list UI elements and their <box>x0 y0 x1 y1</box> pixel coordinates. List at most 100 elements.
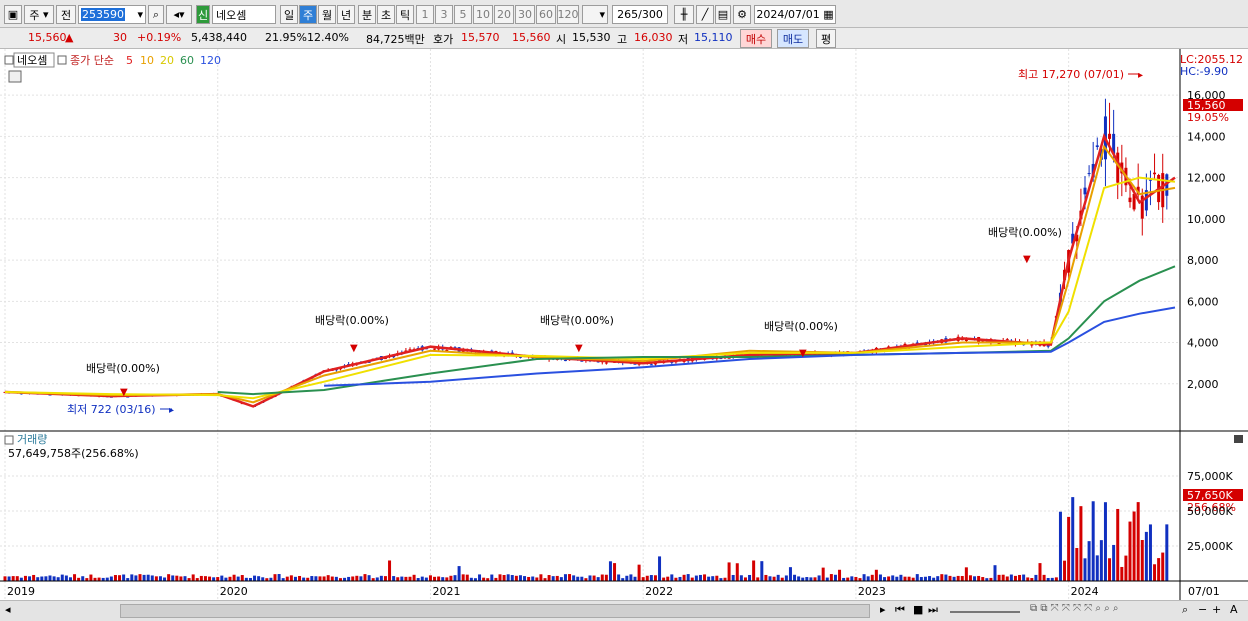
volume-bar <box>60 574 64 581</box>
volume-bar <box>559 577 563 581</box>
stock-name-field[interactable]: 네오셈 <box>212 5 276 24</box>
period-minute[interactable]: 분 <box>358 5 376 24</box>
trade-amount: 84,725백만 <box>366 33 425 46</box>
count-field[interactable]: 265/300 <box>612 5 668 24</box>
volume-bar <box>23 575 27 581</box>
plus-icon[interactable]: + <box>1212 603 1221 616</box>
volume-bar <box>457 566 461 581</box>
volume-bar <box>551 576 555 581</box>
volume-bar <box>428 575 432 581</box>
volume-bar <box>899 574 903 581</box>
volume-bar <box>825 577 829 581</box>
rewind-icon[interactable]: ⏮ <box>895 603 905 617</box>
volume-bar <box>1099 540 1103 581</box>
date-field[interactable]: 2024/07/01 ▦ <box>754 5 836 24</box>
up-arrow-icon: ▲ <box>65 31 74 44</box>
volume-bar <box>735 563 739 581</box>
draw-tool-icon[interactable]: ╱ <box>696 5 714 24</box>
scroll-right-icon[interactable]: ▸ <box>880 603 886 616</box>
volume-bar <box>122 574 126 581</box>
volume-bar <box>1009 574 1013 581</box>
prev-button[interactable]: 전 <box>56 5 76 24</box>
volume-bar <box>846 577 850 581</box>
code-input[interactable]: 253590 ▾ <box>78 5 146 24</box>
volume-bar <box>883 577 887 581</box>
current-price: 15,560 <box>28 31 67 44</box>
volume-bar <box>113 575 117 581</box>
range-1[interactable]: 1 <box>416 5 434 24</box>
candle-icon[interactable]: ╫ <box>674 5 694 24</box>
search-icon[interactable]: ⌕ <box>148 5 164 24</box>
volume-bar <box>727 562 731 581</box>
close-pane-icon[interactable] <box>1234 435 1243 443</box>
code-value: 253590 <box>81 8 125 21</box>
price-volume-chart[interactable]: 네오셈 종가 단순 5 10 20 60 120 LC:2055.12 HC:-… <box>0 49 1248 605</box>
period-day[interactable]: 일 <box>280 5 298 24</box>
speaker-icon[interactable]: ◂▾ <box>166 5 192 24</box>
volume-bar <box>678 576 682 581</box>
ma-120-label: 120 <box>200 54 221 67</box>
volume-bar <box>510 575 514 581</box>
volume-bar <box>670 574 674 581</box>
window-menu-icon[interactable]: ▣ <box>4 5 22 24</box>
volume-bar <box>163 577 167 581</box>
volume-bar <box>73 574 77 581</box>
stock-name-legend: 네오셈 <box>17 54 47 67</box>
table-icon[interactable] <box>8 70 22 83</box>
y-tick-label: 2,000 <box>1187 378 1219 391</box>
range-3[interactable]: 3 <box>435 5 453 24</box>
ma-5-label: 5 <box>126 54 133 67</box>
volume-bar <box>531 576 535 581</box>
custom-range-select[interactable]: ▾ <box>582 5 608 24</box>
range-60[interactable]: 60 <box>536 5 556 24</box>
eval-button[interactable]: 평 <box>816 29 836 48</box>
period-second[interactable]: 초 <box>377 5 395 24</box>
volume-bar <box>563 574 567 581</box>
volume-bar <box>682 574 686 581</box>
volume-bar <box>7 576 11 581</box>
chart-area[interactable]: 네오셈 종가 단순 5 10 20 60 120 LC:2055.12 HC:-… <box>0 49 1248 605</box>
x-tick-label: 2023 <box>858 585 886 598</box>
volume-bar <box>253 575 257 581</box>
period-week[interactable]: 주 <box>299 5 317 24</box>
fast-forward-icon[interactable]: ⏭ <box>928 603 938 617</box>
zoom-slider[interactable] <box>950 611 1020 613</box>
range-10[interactable]: 10 <box>473 5 493 24</box>
volume-bar <box>322 576 326 581</box>
font-size-icon[interactable]: A <box>1230 603 1238 616</box>
scroll-left-icon[interactable]: ◂ <box>5 603 11 616</box>
y-tick-label: 12,000 <box>1187 172 1226 185</box>
market-select[interactable]: 주 ▾ <box>24 5 54 24</box>
gear-icon[interactable]: ⚙ <box>733 5 751 24</box>
low-annotation: 최저 722 (03/16) <box>67 403 156 416</box>
scroll-thumb[interactable] <box>120 604 870 618</box>
range-5[interactable]: 5 <box>454 5 472 24</box>
volume-bar <box>3 576 7 581</box>
save-icon[interactable]: ▤ <box>715 5 731 24</box>
minus-icon[interactable]: − <box>1198 603 1207 616</box>
period-month[interactable]: 월 <box>318 5 336 24</box>
period-tick[interactable]: 틱 <box>396 5 414 24</box>
volume-bar <box>788 567 792 581</box>
ma-toggle-icon[interactable] <box>57 55 67 65</box>
volume-bar <box>907 576 911 581</box>
volume-bar <box>960 575 964 581</box>
range-120[interactable]: 120 <box>557 5 579 24</box>
volume-bar <box>261 577 265 581</box>
stop-icon[interactable]: ■ <box>913 603 923 616</box>
pane-collapse-icon[interactable] <box>4 55 14 65</box>
volume-bar <box>1132 511 1136 581</box>
buy-button[interactable]: 매수 <box>740 29 772 48</box>
volume-pane-icon[interactable] <box>4 435 14 445</box>
range-20[interactable]: 20 <box>494 5 514 24</box>
volume-bar <box>289 575 293 581</box>
volume-value: 57,649,758주(256.68%) <box>8 447 139 460</box>
zoom-icon[interactable]: ⌕ <box>1182 603 1188 617</box>
volume-bar <box>326 575 330 581</box>
range-30[interactable]: 30 <box>515 5 535 24</box>
drawing-tools-icon[interactable]: ⧉ ⧉ ⤧ ⤧ ⤧ ⤧ ⌕ ⌕ ⌕ <box>1030 603 1119 614</box>
volume-bar <box>1083 558 1087 581</box>
bottom-scrollbar[interactable]: ◂ ▸ ⏮ ■ ⏭ ⧉ ⧉ ⤧ ⤧ ⤧ ⤧ ⌕ ⌕ ⌕ ⌕ − + A <box>0 600 1248 621</box>
sell-button[interactable]: 매도 <box>777 29 809 48</box>
period-year[interactable]: 년 <box>337 5 355 24</box>
